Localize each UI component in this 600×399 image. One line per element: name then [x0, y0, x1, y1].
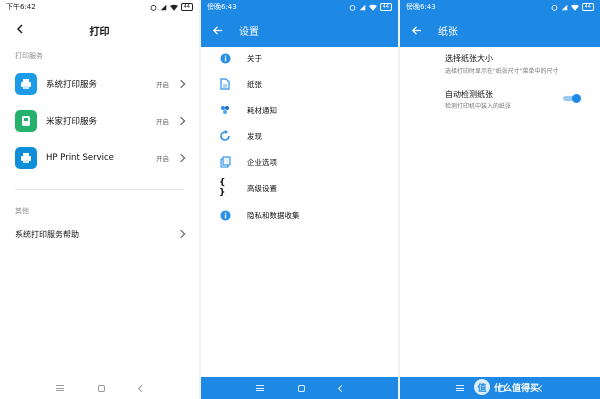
back-nav-icon[interactable] [137, 384, 145, 392]
menu-icon[interactable] [255, 385, 264, 391]
battery-icon: 44 [379, 3, 392, 11]
settings-item-discover[interactable]: 发现 [201, 126, 398, 146]
discover-icon [219, 130, 231, 142]
settings-item-label: 纸张 [247, 79, 262, 89]
settings-item-label: 耗材通知 [247, 105, 277, 115]
back-button[interactable] [408, 23, 424, 39]
service-state: 开启 [156, 155, 169, 163]
signal-icon [160, 4, 166, 10]
settings-screen: 傍晚6:43 44 设置 关于 纸张 耗材通知 发现 企业选项 { } 高级设置 [201, 0, 398, 399]
app-bar: 设置 [201, 14, 398, 47]
settings-item-label: 隐私和数据收集 [247, 210, 300, 220]
home-icon[interactable] [297, 384, 305, 392]
page-header: 打印 [0, 18, 199, 44]
paper-icon [219, 78, 231, 90]
system-nav-bar [201, 377, 398, 399]
watermark-text: 什么值得买 [494, 383, 540, 394]
paper-size-title: 选择纸张大小 [445, 54, 493, 63]
page-title: 打印 [89, 27, 110, 38]
status-bar: 下午6:42 44 [0, 0, 199, 14]
signal-icon [359, 4, 365, 10]
status-bar: 傍晚6:43 44 [201, 0, 398, 14]
service-name: 系统打印服务 [46, 80, 98, 90]
app-bar: 纸张 [400, 14, 600, 47]
status-time: 下午6:42 [6, 3, 36, 11]
alarm-icon [551, 4, 557, 11]
auto-detect-toggle[interactable] [563, 94, 581, 103]
status-time: 傍晚6:43 [406, 3, 436, 11]
page-title: 纸张 [438, 27, 458, 38]
battery-icon: 44 [180, 3, 193, 11]
print-screen: 下午6:42 44 打印 打印服务 系统打印服务 开启 米家打印服务 开启 HP… [0, 0, 199, 399]
arrow-left-icon [212, 26, 222, 35]
paper-size-description: 选择打印时显示在"纸张尺寸"菜单中的尺寸 [445, 68, 559, 75]
supplies-icon [219, 104, 231, 116]
braces-icon: { } [219, 178, 226, 198]
page-title: 设置 [239, 27, 259, 38]
status-indicators: 44 [349, 3, 392, 11]
info-icon [219, 52, 231, 64]
battery-icon: 44 [581, 3, 594, 11]
settings-item-privacy[interactable]: 隐私和数据收集 [201, 205, 398, 225]
chevron-right-icon [176, 116, 186, 126]
wifi-icon [169, 4, 178, 11]
help-item-label: 系统打印服务帮助 [15, 229, 79, 239]
arrow-left-icon [411, 26, 421, 35]
system-print-icon [15, 73, 37, 95]
chevron-right-icon [176, 229, 186, 239]
section-label-print-services: 打印服务 [15, 52, 43, 60]
help-item[interactable]: 系统打印服务帮助 [0, 224, 199, 244]
wifi-icon [368, 4, 377, 11]
hp-print-icon [15, 147, 37, 169]
service-name: HP Print Service [46, 153, 114, 163]
home-icon[interactable] [97, 384, 105, 392]
alarm-icon [150, 4, 156, 11]
paper-screen: 傍晚6:43 44 纸张 选择纸张大小 选择打印时显示在"纸张尺寸"菜单中的尺寸… [400, 0, 600, 399]
settings-item-about[interactable]: 关于 [201, 48, 398, 68]
settings-item-label: 高级设置 [247, 183, 277, 193]
chevron-right-icon [176, 79, 186, 89]
divider [15, 189, 184, 190]
settings-item-label: 发现 [247, 131, 262, 141]
service-item-hp-print[interactable]: HP Print Service 开启 [0, 140, 199, 176]
settings-item-label: 企业选项 [247, 157, 277, 167]
settings-item-label: 关于 [247, 53, 262, 63]
info-icon [219, 209, 231, 221]
back-button[interactable] [209, 23, 225, 39]
system-nav-bar [0, 377, 199, 399]
status-indicators: 44 [150, 3, 193, 11]
settings-item-supplies[interactable]: 耗材通知 [201, 100, 398, 120]
enterprise-icon [219, 156, 231, 168]
auto-detect-description: 检测打印机中装入的纸张 [445, 103, 512, 110]
service-item-mijia-print[interactable]: 米家打印服务 开启 [0, 103, 199, 139]
auto-detect-title: 自动检测纸张 [445, 90, 493, 99]
settings-item-paper[interactable]: 纸张 [201, 74, 398, 94]
alarm-icon [349, 4, 355, 11]
watermark-logo-icon: 值 [474, 379, 490, 395]
menu-icon[interactable] [456, 385, 464, 391]
service-name: 米家打印服务 [46, 117, 98, 127]
status-time: 傍晚6:43 [207, 3, 237, 11]
service-state: 开启 [156, 81, 169, 89]
menu-icon[interactable] [55, 385, 64, 391]
back-nav-icon[interactable] [337, 384, 345, 392]
service-item-system-print[interactable]: 系统打印服务 开启 [0, 66, 199, 102]
signal-icon [561, 4, 567, 10]
toggle-knob [572, 94, 581, 103]
chevron-right-icon [176, 153, 186, 163]
watermark: 值 什么值得买 [474, 378, 594, 396]
status-bar: 傍晚6:43 44 [400, 0, 600, 14]
wifi-icon [570, 4, 579, 11]
status-indicators: 44 [551, 3, 594, 11]
settings-item-enterprise[interactable]: 企业选项 [201, 152, 398, 172]
section-label-other: 其他 [15, 207, 29, 215]
service-state: 开启 [156, 118, 169, 126]
mijia-print-icon [15, 110, 37, 132]
settings-item-advanced[interactable]: { } 高级设置 [201, 178, 398, 198]
